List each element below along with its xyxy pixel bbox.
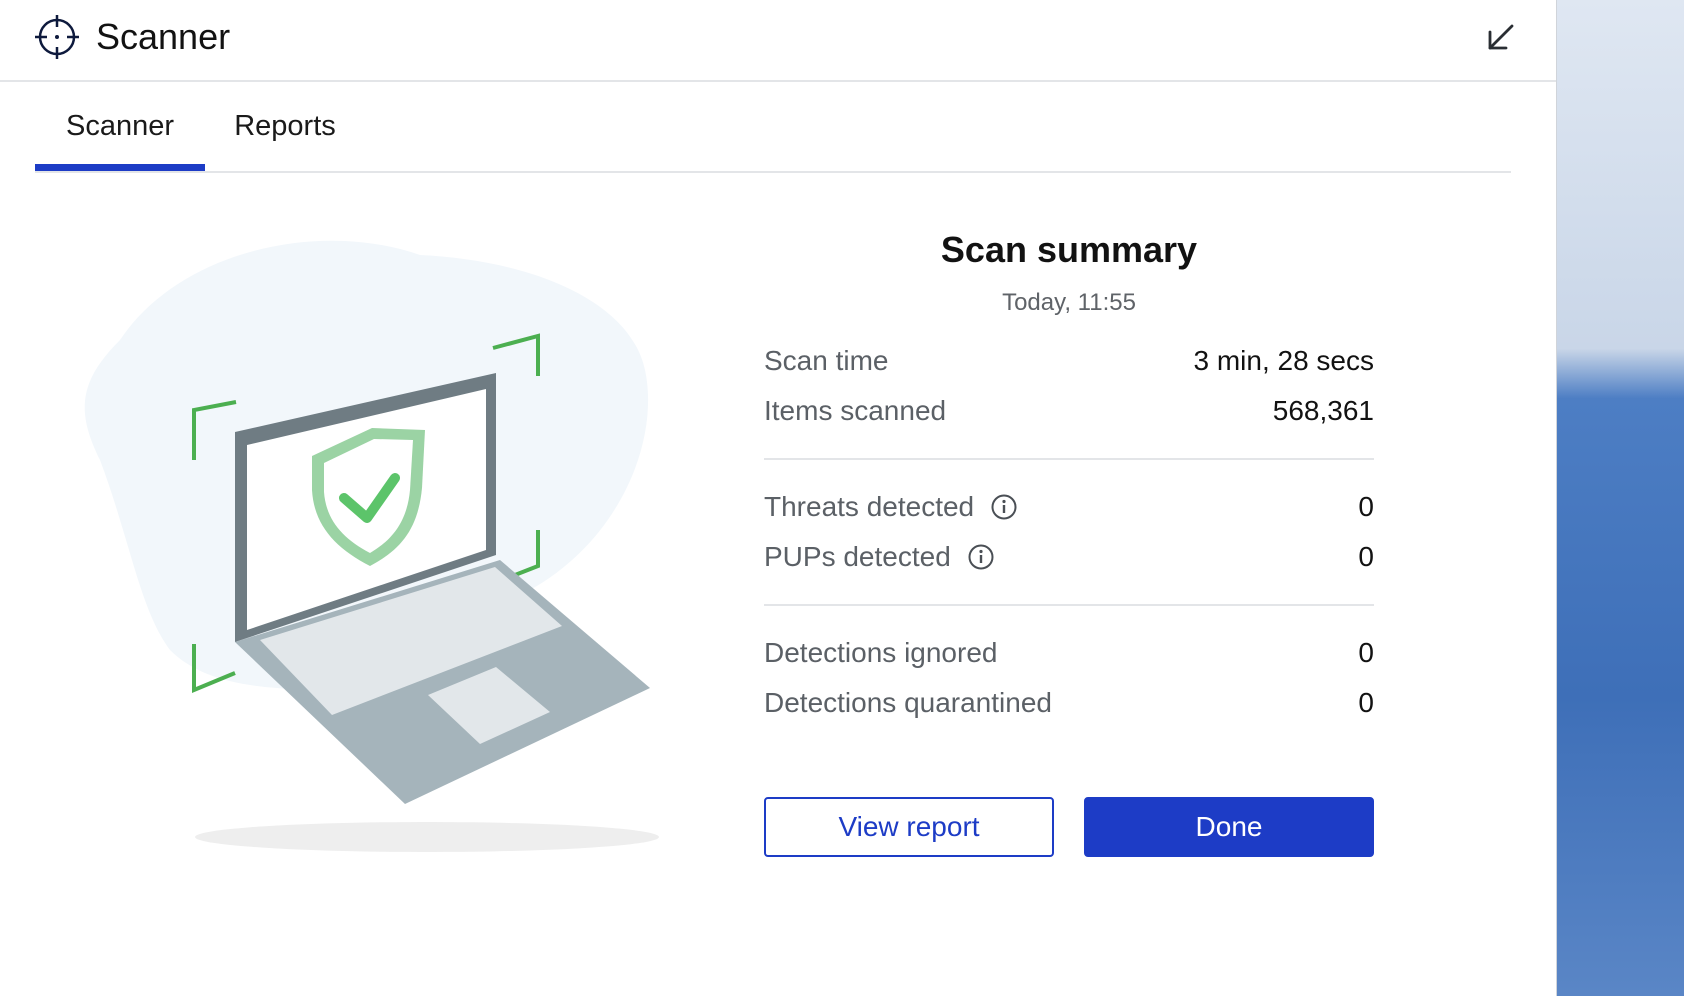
view-report-button[interactable]: View report	[764, 797, 1054, 857]
scan-summary-panel: Scan summary Today, 11:55 Scan time 3 mi…	[764, 225, 1374, 728]
action-buttons: View report Done	[764, 797, 1374, 857]
protected-laptop-illustration	[84, 240, 659, 852]
row-detections-ignored: Detections ignored 0	[764, 628, 1374, 678]
laptop-shadow	[195, 822, 659, 852]
header-bar: Scanner	[0, 0, 1556, 82]
row-value: 0	[1358, 687, 1374, 718]
collapse-button[interactable]	[1478, 16, 1522, 60]
row-value: 0	[1358, 637, 1374, 668]
row-pups-detected: PUPs detected 0	[764, 532, 1374, 582]
tab-bar: Scanner Reports	[35, 98, 1511, 173]
summary-date: Today, 11:55	[1002, 289, 1136, 316]
row-label: Detections ignored	[764, 637, 998, 668]
row-detections-quarantined: Detections quarantined 0	[764, 678, 1374, 728]
row-items-scanned: Items scanned 568,361	[764, 386, 1374, 436]
divider	[764, 458, 1374, 460]
row-value: 0	[1358, 541, 1374, 572]
row-label: Scan time	[764, 345, 889, 376]
summary-title: Scan summary	[940, 229, 1198, 270]
row-label: Items scanned	[764, 395, 947, 426]
desktop-background	[1556, 0, 1684, 996]
row-value: 0	[1358, 491, 1374, 522]
row-scan-time: Scan time 3 min, 28 secs	[764, 336, 1374, 386]
tab-scanner[interactable]: Scanner	[35, 98, 205, 171]
row-value: 568,361	[1272, 395, 1374, 426]
row-label: Threats detected	[764, 491, 975, 522]
row-label: Detections quarantined	[764, 687, 1052, 718]
crosshair-icon	[35, 15, 79, 59]
done-button[interactable]: Done	[1084, 797, 1374, 857]
arrow-down-left-icon	[1488, 24, 1514, 50]
app-title: Scanner	[96, 16, 231, 57]
active-tab-indicator	[35, 164, 205, 171]
info-icon[interactable]	[967, 543, 995, 571]
scanner-window: Scanner Scanner Reports Scan summary Tod…	[0, 0, 1556, 996]
info-icon[interactable]	[990, 493, 1018, 521]
row-label: PUPs detected	[764, 541, 951, 572]
row-threats-detected: Threats detected 0	[764, 482, 1374, 532]
divider	[764, 604, 1374, 606]
row-value: 3 min, 28 secs	[1193, 345, 1374, 376]
tab-reports[interactable]: Reports	[225, 98, 345, 171]
